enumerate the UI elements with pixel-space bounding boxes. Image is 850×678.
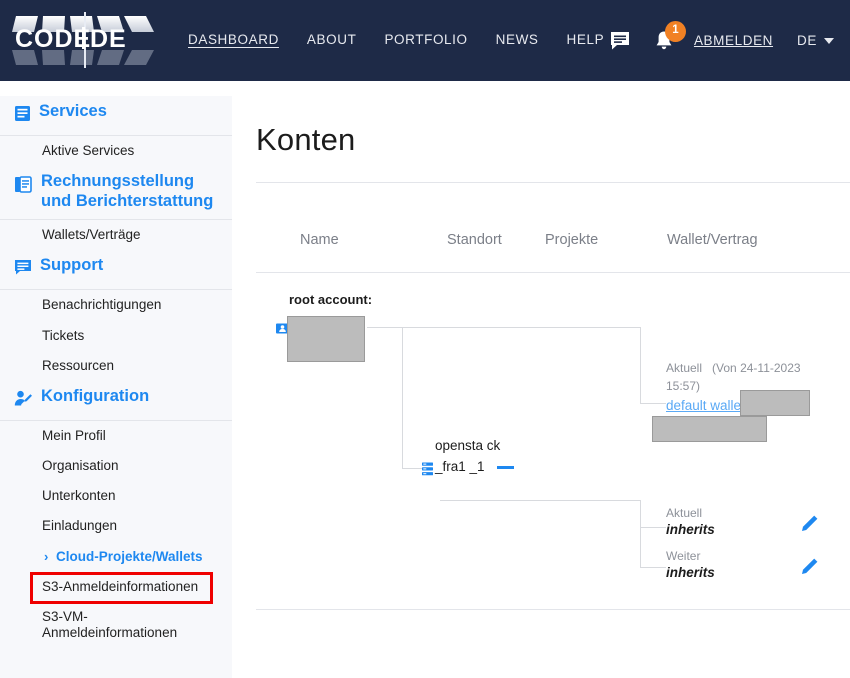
sidebar-item-cloud-projekte-wallets[interactable]: Cloud-Projekte/Wallets [0,542,232,572]
sidebar-item-organisation[interactable]: Organisation [0,451,232,481]
nav-portfolio[interactable]: PORTFOLIO [384,32,467,47]
documents-icon [14,175,33,199]
tree-line [440,500,640,501]
sidebar-item-unterkonten[interactable]: Unterkonten [0,481,232,511]
child-wallet-row-1-label: Weiter [666,549,701,563]
tree-line [367,327,402,328]
root-wallet-status-time: 15:57) [666,379,701,393]
pencil-icon[interactable] [799,514,819,539]
sidebar-section-billing[interactable]: Rechnungsstellung und Berichterstattung [0,166,232,221]
notifications-button[interactable]: 1 [642,19,686,63]
chat-button[interactable] [598,19,642,63]
sidebar-item-mein-profil[interactable]: Mein Profil [0,421,232,451]
nav-dashboard[interactable]: DASHBOARD [188,32,279,47]
tree-line [640,403,666,404]
sidebar-item-ressourcen[interactable]: Ressourcen [0,351,232,381]
svg-text:DE: DE [90,25,127,53]
tree-line [640,527,666,528]
header-actions: 1 ABMELDEN DE [598,0,840,81]
nav-news[interactable]: NEWS [496,32,539,47]
accounts-tree: root account: opensta ck_fra1 _1 Aktuell… [232,96,850,678]
sidebar-section-title: Support [40,256,104,275]
pencil-icon[interactable] [799,557,819,582]
root-wallet-status: Aktuell (Von 24-11-2023 [666,361,801,375]
chevron-right-icon: › [44,548,49,564]
sidebar-item-einladungen[interactable]: Einladungen [0,511,232,541]
child-wallet-row-1-value: inherits [666,565,715,580]
sidebar-section-support[interactable]: Support [0,250,232,291]
sidebar-section-services[interactable]: Services [0,96,232,136]
root-wallet-value-redacted-1 [740,390,810,416]
user-edit-icon [14,390,33,412]
site-header: CODE DE DASHBOARD ABOUT PORTFOLIO NEWS H… [0,0,850,81]
chat-box-icon [14,259,32,281]
sidebar-item-wallets-vertraege[interactable]: Wallets/Verträge [0,220,232,250]
tree-line [640,327,641,404]
language-selector[interactable]: DE [797,33,834,48]
sidebar-item-tickets[interactable]: Tickets [0,321,232,351]
child-wallet-row-0-value: inherits [666,522,715,537]
sidebar-section-title: Rechnungsstellung und Berichterstattung [41,172,214,210]
sidebar-item-aktive-services[interactable]: Aktive Services [0,136,232,166]
language-label: DE [797,33,817,48]
child-account-name: opensta ck_fra1 _1 [435,438,501,475]
tree-line [640,500,641,568]
chevron-down-icon [824,37,834,44]
child-wallet-row-0-label: Aktuell [666,506,703,520]
chat-icon [610,31,629,49]
codede-logo[interactable]: CODE DE [12,8,160,72]
root-wallet-status-date: (Von 24-11-2023 [712,361,801,375]
logout-link[interactable]: ABMELDEN [694,33,773,48]
tree-line [402,468,422,469]
sidebar-section-konfiguration[interactable]: Konfiguration [0,381,232,421]
sidebar-item-benachrichtigungen[interactable]: Benachrichtigungen [0,290,232,320]
svg-text:CODE: CODE [15,25,91,53]
tree-line [640,567,666,568]
main-content: Konten Name Standort Projekte Wallet/Ver… [232,96,850,678]
sidebar-item-s3-vm-anmeldeinformationen[interactable]: S3-VM-Anmeldeinformationen [0,602,232,648]
sidebar-item-s3-anmeldeinformationen[interactable]: S3-Anmeldeinformationen [0,572,232,602]
minus-icon[interactable] [497,466,514,469]
default-wallet-link[interactable]: default wallet: [666,398,749,413]
root-account-label: root account: [289,292,373,307]
notification-badge: 1 [664,20,686,42]
list-box-icon [14,105,31,127]
divider-bottom [256,609,850,610]
server-stack-icon [422,462,433,481]
tree-line [402,327,403,468]
sidebar: Services Aktive Services Rechnungsstellu… [0,96,232,678]
nav-about[interactable]: ABOUT [307,32,357,47]
sidebar-section-title: Konfiguration [41,386,150,405]
root-wallet-value-redacted-2 [652,416,767,442]
main-navigation: DASHBOARD ABOUT PORTFOLIO NEWS HELP [188,32,604,47]
root-wallet-status-label: Aktuell [666,361,703,375]
sidebar-section-title: Services [39,102,107,120]
tree-line [402,327,640,328]
root-account-value-redacted [287,316,365,362]
